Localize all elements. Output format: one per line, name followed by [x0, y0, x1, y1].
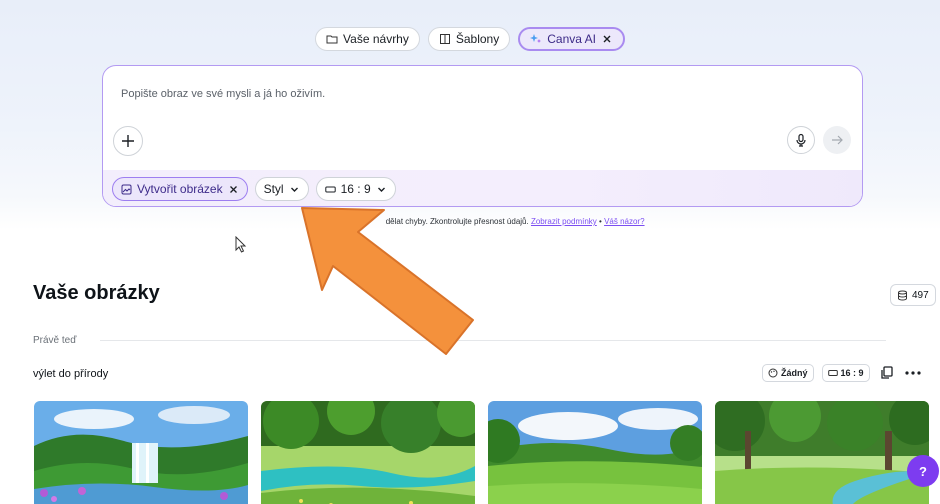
palette-icon [768, 368, 778, 378]
template-icon [439, 34, 450, 44]
help-button[interactable]: ? [907, 455, 939, 487]
style-value: Žádný [781, 368, 808, 378]
folder-icon [326, 35, 338, 44]
prompt-input[interactable] [121, 88, 721, 100]
send-button[interactable] [823, 126, 851, 154]
ratio-value: 16 : 9 [840, 368, 864, 378]
disclaimer-text: dělat chyby. Zkontrolujte přesnost údajů… [385, 217, 529, 226]
mode-tabs: Vaše návrhy Šablony Canva AI [0, 27, 940, 51]
arrow-right-icon [832, 135, 843, 145]
tab-label: Vaše návrhy [343, 32, 409, 46]
generated-image[interactable] [488, 401, 702, 504]
meadow-image [488, 401, 702, 504]
ratio-badge: 16 : 9 [821, 364, 870, 382]
aspect-ratio-dropdown[interactable]: 16 : 9 [315, 177, 396, 201]
group-label: Právě teď [33, 335, 77, 346]
separator: • [599, 217, 602, 226]
tab-canva-ai[interactable]: Canva AI [518, 27, 625, 51]
chip-label: Styl [263, 182, 284, 196]
waterfall-image [34, 401, 248, 504]
more-horizontal-icon [904, 371, 921, 375]
add-button[interactable] [113, 126, 143, 156]
more-options-button[interactable] [904, 364, 922, 382]
close-icon[interactable] [601, 33, 613, 45]
generated-images [34, 401, 929, 504]
chip-label: 16 : 9 [340, 182, 371, 196]
copy-icon [880, 366, 893, 379]
plus-icon [122, 135, 134, 147]
generated-image[interactable] [715, 401, 929, 504]
microphone-button[interactable] [787, 126, 815, 154]
disclaimer-start: Ca [325, 217, 336, 226]
tab-label: Šablony [455, 32, 500, 46]
ai-disclaimer: Ca dělat chyby. Zkontrolujte přesnost úda… [0, 217, 940, 226]
chevron-down-icon [377, 187, 385, 192]
result-meta: Žádný 16 : 9 [762, 364, 922, 382]
image-icon [121, 184, 132, 194]
forest-stream-image [715, 401, 929, 504]
style-badge: Žádný [762, 364, 814, 382]
generated-image[interactable] [34, 401, 248, 504]
divider [100, 340, 886, 341]
copy-button[interactable] [878, 364, 896, 382]
microphone-icon [796, 133, 806, 147]
forest-river-image [261, 401, 475, 504]
page-title: Vaše obrázky [33, 282, 160, 304]
terms-link[interactable]: Zobrazit podmínky [531, 217, 597, 226]
tab-label: Canva AI [547, 32, 596, 46]
feedback-link[interactable]: Váš názor? [604, 217, 644, 226]
close-icon[interactable] [228, 184, 239, 195]
credits-counter[interactable]: 497 [890, 284, 936, 306]
aspect-ratio-icon [324, 186, 336, 192]
tab-templates[interactable]: Šablony [427, 27, 511, 51]
database-icon [898, 290, 907, 301]
mouse-cursor-icon [235, 236, 247, 253]
aspect-ratio-icon [827, 370, 838, 376]
chip-label: Vytvořit obrázek [137, 182, 223, 196]
credits-value: 497 [912, 289, 929, 301]
tab-your-designs[interactable]: Vaše návrhy [315, 27, 420, 51]
generated-image[interactable] [261, 401, 475, 504]
chevron-down-icon [290, 187, 298, 192]
create-image-chip[interactable]: Vytvořit obrázek [112, 177, 248, 201]
prompt-box: Vytvořit obrázek Styl 16 : 9 [102, 65, 863, 207]
sparkle-icon [530, 34, 542, 43]
result-prompt-text: výlet do přírody [33, 368, 109, 380]
style-dropdown[interactable]: Styl [254, 177, 309, 201]
prompt-options-bar: Vytvořit obrázek Styl 16 : 9 [103, 170, 862, 206]
